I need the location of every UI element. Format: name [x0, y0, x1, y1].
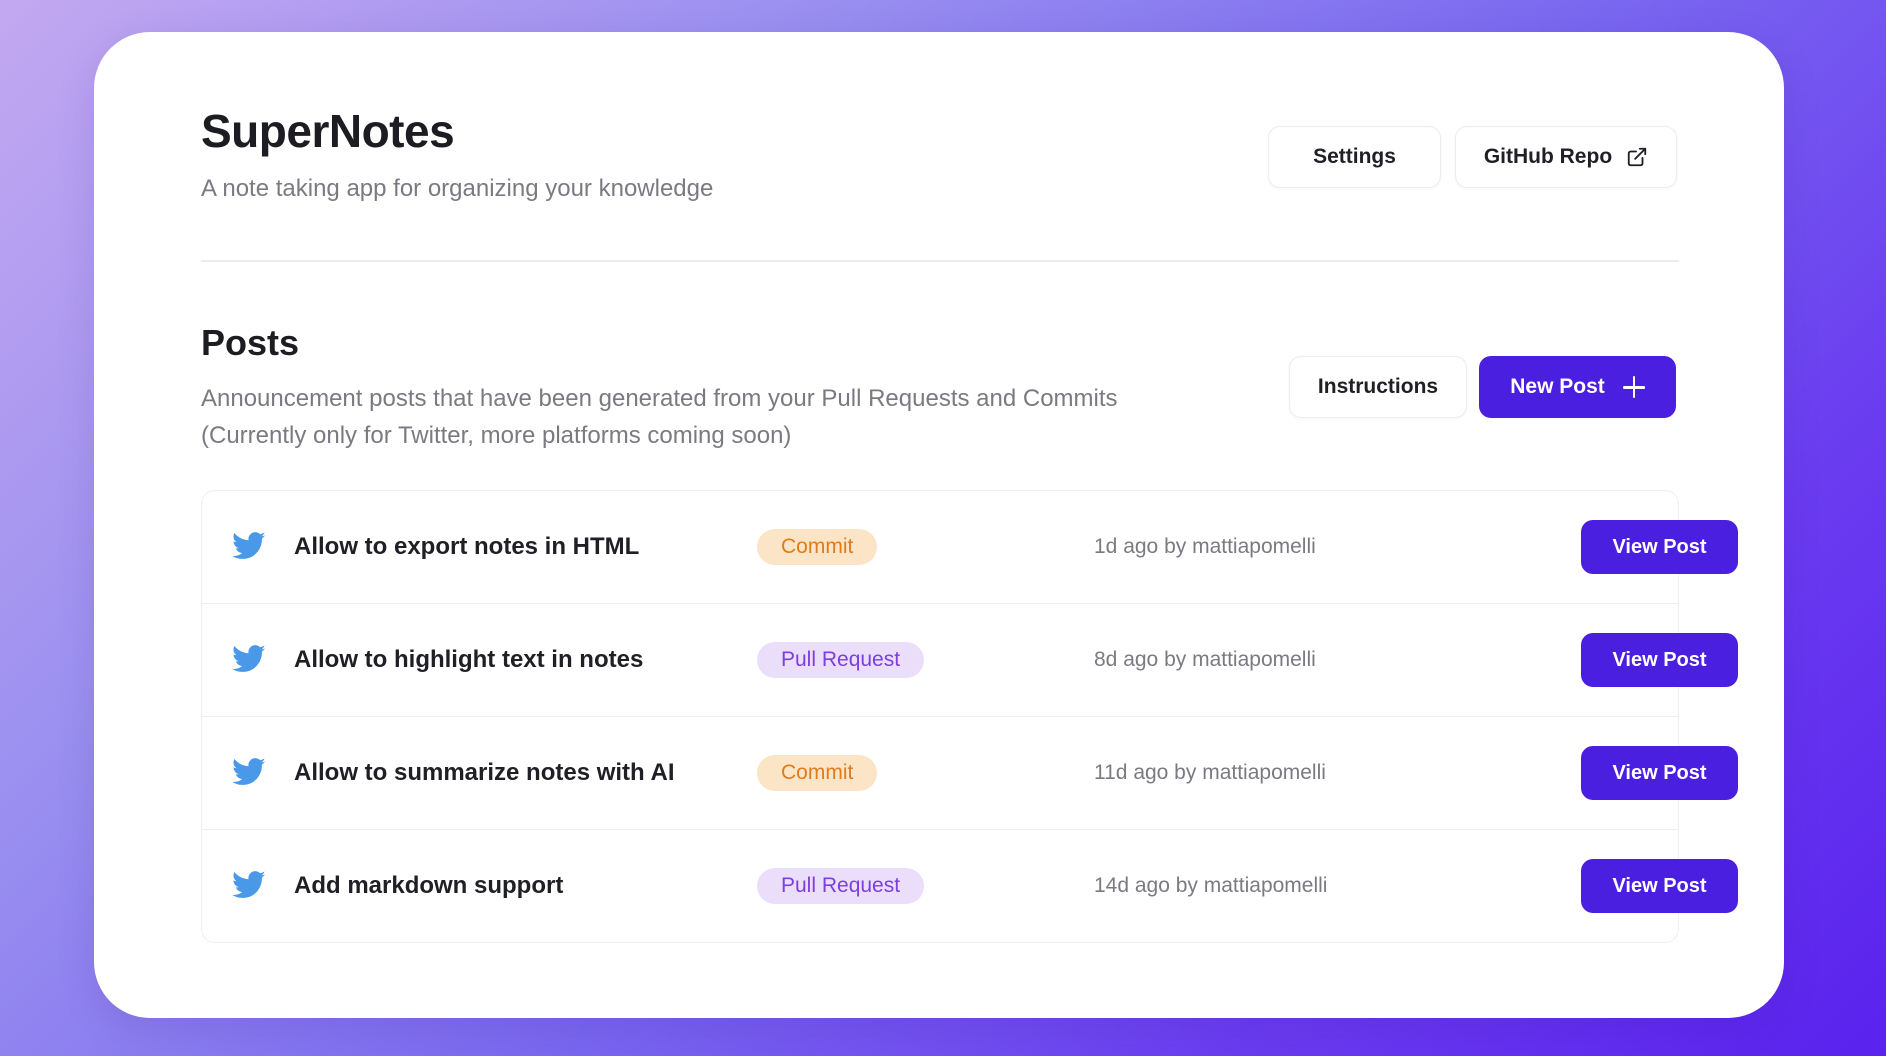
posts-section-description: Announcement posts that have been genera… [201, 385, 1118, 449]
post-title: Allow to export notes in HTML [294, 533, 640, 560]
view-post-button[interactable]: View Post [1581, 859, 1738, 913]
post-row: Allow to summarize notes with AI Commit … [202, 717, 1738, 830]
app-title: SuperNotes [201, 105, 455, 157]
twitter-icon [232, 871, 266, 898]
new-post-button-label: New Post [1510, 375, 1605, 398]
github-repo-button-label: GitHub Repo [1483, 145, 1613, 168]
post-title: Allow to summarize notes with AI [294, 759, 675, 786]
plus-icon [1622, 376, 1645, 398]
twitter-icon [232, 645, 266, 672]
post-title: Add markdown support [294, 872, 564, 899]
instructions-button[interactable]: Instructions [1289, 356, 1467, 418]
post-type-badge: Commit [757, 755, 878, 791]
post-row: Allow to highlight text in notes Pull Re… [202, 604, 1738, 717]
settings-button[interactable]: Settings [1268, 126, 1441, 188]
settings-button-label: Settings [1313, 145, 1396, 168]
posts-section-title: Posts [201, 322, 300, 363]
twitter-icon [232, 532, 266, 559]
new-post-button[interactable]: New Post [1479, 356, 1676, 418]
post-meta: 14d ago by mattiapomelli [1094, 874, 1328, 897]
post-row: Add markdown support Pull Request 14d ag… [202, 830, 1738, 942]
post-meta: 8d ago by mattiapomelli [1094, 648, 1316, 671]
post-type-badge: Pull Request [757, 868, 925, 904]
post-type-badge: Pull Request [757, 642, 925, 678]
view-post-button[interactable]: View Post [1581, 746, 1738, 800]
external-link-icon [1627, 147, 1647, 167]
header-divider [201, 260, 1679, 262]
twitter-icon [232, 758, 266, 785]
post-meta: 11d ago by mattiapomelli [1094, 761, 1326, 784]
main-card: SuperNotes A note taking app for organiz… [94, 32, 1784, 1018]
posts-list: Allow to export notes in HTML Commit 1d … [201, 490, 1738, 943]
view-post-button[interactable]: View Post [1581, 633, 1738, 687]
post-type-badge: Commit [757, 529, 878, 565]
post-title: Allow to highlight text in notes [294, 646, 644, 673]
post-row: Allow to export notes in HTML Commit 1d … [202, 491, 1738, 604]
view-post-button[interactable]: View Post [1581, 520, 1738, 574]
post-meta: 1d ago by mattiapomelli [1094, 535, 1316, 558]
app-subtitle: A note taking app for organizing your kn… [201, 175, 714, 202]
github-repo-button[interactable]: GitHub Repo [1455, 126, 1677, 188]
instructions-button-label: Instructions [1317, 375, 1439, 398]
